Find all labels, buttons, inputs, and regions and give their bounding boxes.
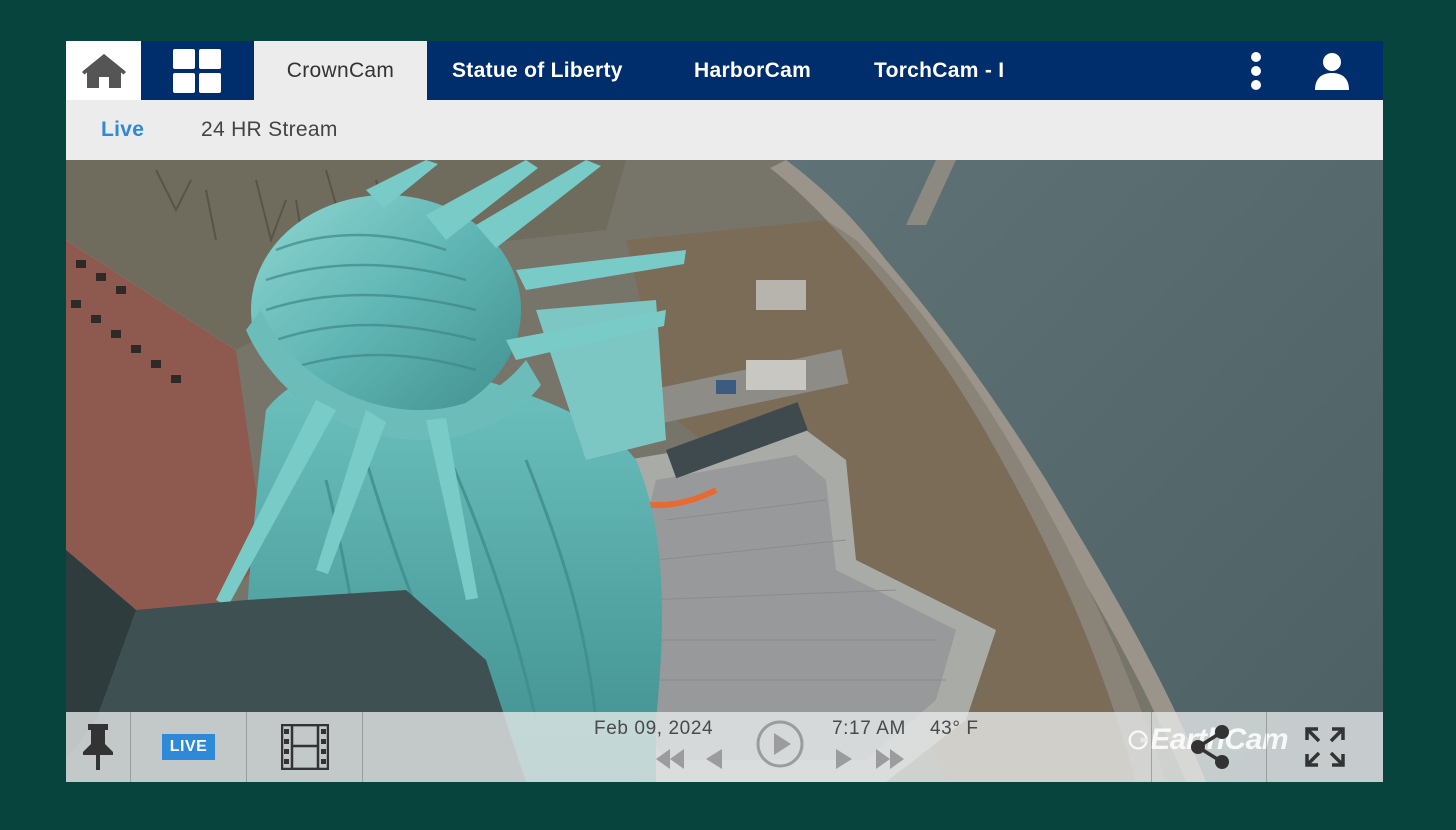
live-badge: LIVE xyxy=(161,734,216,760)
user-icon xyxy=(1315,52,1349,90)
video-feed[interactable] xyxy=(66,160,1383,782)
temperature-label: 43° F xyxy=(930,718,979,739)
tab-harborcam[interactable]: HarborCam xyxy=(694,41,811,100)
grid-icon xyxy=(173,48,221,93)
live-button[interactable]: LIVE xyxy=(131,712,247,782)
fullscreen-button[interactable] xyxy=(1266,712,1383,782)
home-button[interactable] xyxy=(66,41,141,100)
time-label: 7:17 AM xyxy=(832,718,906,739)
top-nav: CrownCam Statue of Liberty HarborCam Tor… xyxy=(66,41,1383,100)
player-controls: LIVE Feb 09, 2024 7:17 AM 43° F EarthCam xyxy=(66,712,1383,782)
film-icon xyxy=(280,724,329,770)
rewind-icon[interactable] xyxy=(706,749,722,769)
tab-crowncam[interactable]: CrownCam xyxy=(254,41,427,100)
subtab-24hr-stream[interactable]: 24 HR Stream xyxy=(201,100,338,160)
camera-scene-image xyxy=(66,160,1383,782)
subtab-live[interactable]: Live xyxy=(101,100,144,160)
sub-nav: Live 24 HR Stream xyxy=(66,100,1383,160)
forward-fast-icon[interactable] xyxy=(876,749,904,769)
pin-button[interactable] xyxy=(66,712,131,782)
webcam-player-app: CrownCam Statue of Liberty HarborCam Tor… xyxy=(66,41,1383,782)
tab-statue-of-liberty[interactable]: Statue of Liberty xyxy=(452,41,623,100)
share-icon xyxy=(1190,725,1229,769)
share-button[interactable] xyxy=(1151,712,1267,782)
film-archive-button[interactable] xyxy=(247,712,363,782)
rewind-fast-icon[interactable] xyxy=(656,749,684,769)
kebab-menu-icon xyxy=(1251,51,1261,90)
earthcam-logo-icon xyxy=(1128,730,1149,750)
tab-torchcam[interactable]: TorchCam - I xyxy=(874,41,1018,100)
fullscreen-icon xyxy=(1305,727,1345,767)
more-menu-button[interactable] xyxy=(1238,41,1274,100)
forward-icon[interactable] xyxy=(836,749,852,769)
grid-view-button[interactable] xyxy=(141,41,253,100)
user-account-button[interactable] xyxy=(1306,41,1358,100)
pin-icon xyxy=(83,724,113,770)
date-label: Feb 09, 2024 xyxy=(594,718,714,739)
play-icon[interactable] xyxy=(756,720,804,768)
home-icon xyxy=(81,53,126,88)
